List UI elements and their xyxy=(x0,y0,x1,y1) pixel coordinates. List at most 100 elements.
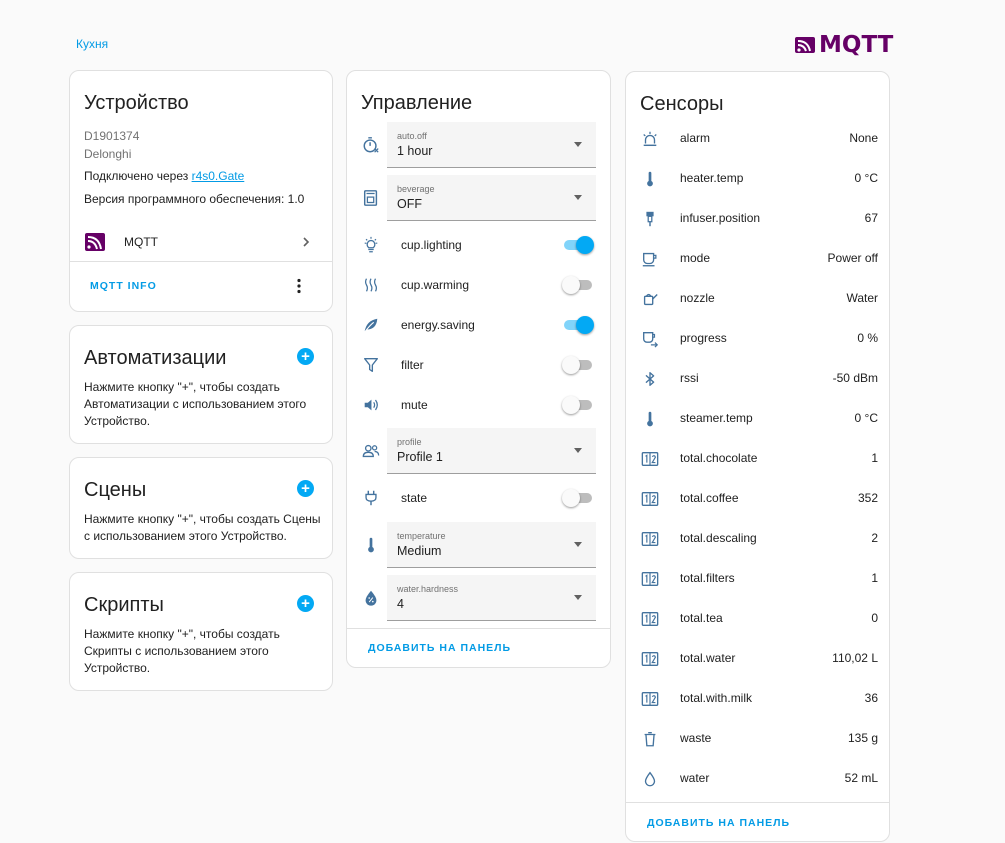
plus-icon: + xyxy=(301,348,310,365)
integration-row[interactable]: MQTT xyxy=(70,223,332,261)
scripts-card: Скрипты + Нажмите кнопку "+", чтобы созд… xyxy=(69,572,333,691)
connected-via-link[interactable]: r4s0.Gate xyxy=(192,169,245,183)
temperature-select[interactable]: temperature Medium xyxy=(387,522,596,568)
automations-card: Автоматизации + Нажмите кнопку "+", чтоб… xyxy=(69,325,333,444)
add-script-button[interactable]: + xyxy=(297,595,314,612)
sensor-row-infuser-position[interactable]: infuser.position 67 xyxy=(626,199,891,239)
dropdown-arrow-icon xyxy=(574,595,582,600)
beverage-select[interactable]: beverage OFF xyxy=(387,175,596,221)
more-vertical-icon[interactable] xyxy=(296,278,302,294)
sensor-row-total-descaling[interactable]: total.descaling 2 xyxy=(626,519,891,559)
cup-lighting-toggle[interactable] xyxy=(562,235,594,255)
sensor-name: water xyxy=(680,771,710,785)
sensor-value: None xyxy=(849,131,878,145)
sensors-divider xyxy=(626,802,889,803)
device-connected: Подключено через r4s0.Gate xyxy=(84,169,244,183)
chevron-right-icon xyxy=(303,237,310,247)
sensor-row-total-water[interactable]: total.water 110,02 L xyxy=(626,639,891,679)
breadcrumb-area[interactable]: Кухня xyxy=(76,37,108,51)
sensor-name: rssi xyxy=(680,371,699,385)
sensor-row-alarm[interactable]: alarm None xyxy=(626,119,891,159)
timer-off-icon xyxy=(361,135,381,155)
connected-prefix: Подключено через xyxy=(84,169,192,183)
speaker-icon xyxy=(361,395,381,415)
water-hardness-label: water.hardness xyxy=(397,584,459,594)
sensor-row-heater-temp[interactable]: heater.temp 0 °C xyxy=(626,159,891,199)
sensor-value: 0 °C xyxy=(854,411,878,425)
sensor-name: waste xyxy=(680,731,712,745)
cup-warming-toggle[interactable] xyxy=(562,275,594,295)
device-manufacturer: Delonghi xyxy=(84,147,132,161)
sensor-value: Water xyxy=(846,291,878,305)
sensors-card: Сенсоры alarm None heater.temp 0 °C infuser.… xyxy=(625,71,890,842)
plus-icon: + xyxy=(301,480,310,497)
thermometer-icon xyxy=(640,409,660,429)
mute-toggle[interactable] xyxy=(562,395,594,415)
sensor-name: alarm xyxy=(680,131,711,145)
sensor-name: total.chocolate xyxy=(680,451,758,465)
sensor-name: progress xyxy=(680,331,727,345)
sensor-row-total-coffee[interactable]: total.coffee 352 xyxy=(626,479,891,519)
state-label: state xyxy=(401,491,428,505)
sensor-value: 52 mL xyxy=(844,771,878,785)
device-card: Устройство D1901374 Delonghi Подключено … xyxy=(69,70,333,312)
mqtt-info-button[interactable]: MQTT INFO xyxy=(90,280,157,292)
toggle-knob xyxy=(576,236,594,254)
sensor-name: total.with.milk xyxy=(680,691,753,705)
sensor-row-mode[interactable]: mode Power off xyxy=(626,239,891,279)
temperature-label: temperature xyxy=(397,531,446,541)
auto-off-value: 1 hour xyxy=(397,144,433,158)
device-firmware: Версия программного обеспечения: 1.0 xyxy=(84,192,305,206)
toggle-knob xyxy=(562,396,580,414)
coffee-to-go-icon xyxy=(640,329,660,349)
power-plug-icon xyxy=(361,488,381,508)
profile-value: Profile 1 xyxy=(397,450,443,464)
auto-off-select[interactable]: auto.off 1 hour xyxy=(387,122,596,168)
sensor-row-water[interactable]: water 52 mL xyxy=(626,759,891,799)
thermometer-icon xyxy=(640,169,660,189)
sensor-row-progress[interactable]: progress 0 % xyxy=(626,319,891,359)
add-automation-button[interactable]: + xyxy=(297,348,314,365)
state-toggle[interactable] xyxy=(562,488,594,508)
energy-saving-row: energy.saving xyxy=(347,314,612,336)
sensor-list: alarm None heater.temp 0 °C infuser.position… xyxy=(626,119,891,799)
sensor-value: 67 xyxy=(864,211,878,225)
sensor-name: total.coffee xyxy=(680,491,739,505)
sensor-row-total-chocolate[interactable]: total.chocolate 1 xyxy=(626,439,891,479)
water-percent-icon xyxy=(361,588,381,608)
profile-select[interactable]: profile Profile 1 xyxy=(387,428,596,474)
water-hardness-select[interactable]: water.hardness 4 xyxy=(387,575,596,621)
coffee-cup-icon xyxy=(640,249,660,269)
sensors-add-to-panel-button[interactable]: ДОБАВИТЬ НА ПАНЕЛЬ xyxy=(647,817,790,829)
sensor-row-total-filters[interactable]: total.filters 1 xyxy=(626,559,891,599)
energy-saving-toggle[interactable] xyxy=(562,315,594,335)
cup-warming-label: cup.warming xyxy=(401,278,470,292)
filter-toggle[interactable] xyxy=(562,355,594,375)
sensor-row-waste[interactable]: waste 135 g xyxy=(626,719,891,759)
controls-add-to-panel-button[interactable]: ДОБАВИТЬ НА ПАНЕЛЬ xyxy=(368,642,511,654)
beverage-value: OFF xyxy=(397,197,422,211)
mqtt-icon xyxy=(85,233,105,251)
sensor-name: nozzle xyxy=(680,291,715,305)
sensors-title: Сенсоры xyxy=(640,93,724,115)
bluetooth-icon xyxy=(640,369,660,389)
sensor-row-rssi[interactable]: rssi -50 dBm xyxy=(626,359,891,399)
sensor-row-total-tea[interactable]: total.tea 0 xyxy=(626,599,891,639)
sensor-name: total.water xyxy=(680,651,736,665)
counter-icon xyxy=(640,649,660,669)
scripts-title: Скрипты xyxy=(84,594,164,616)
add-scene-button[interactable]: + xyxy=(297,480,314,497)
filter-icon xyxy=(361,355,381,375)
infuser-icon xyxy=(640,209,660,229)
counter-icon xyxy=(640,609,660,629)
cup-lighting-row: cup.lighting xyxy=(347,234,612,256)
watering-can-icon xyxy=(640,289,660,309)
sensor-value: 135 g xyxy=(847,731,878,745)
sensor-row-nozzle[interactable]: nozzle Water xyxy=(626,279,891,319)
state-row: state xyxy=(347,487,612,509)
sensor-value: 1 xyxy=(871,571,878,585)
sensor-row-steamer-temp[interactable]: steamer.temp 0 °C xyxy=(626,399,891,439)
alarm-light-icon xyxy=(640,129,660,149)
sensor-value: 0 % xyxy=(857,331,878,345)
sensor-row-total-with-milk[interactable]: total.with.milk 36 xyxy=(626,679,891,719)
